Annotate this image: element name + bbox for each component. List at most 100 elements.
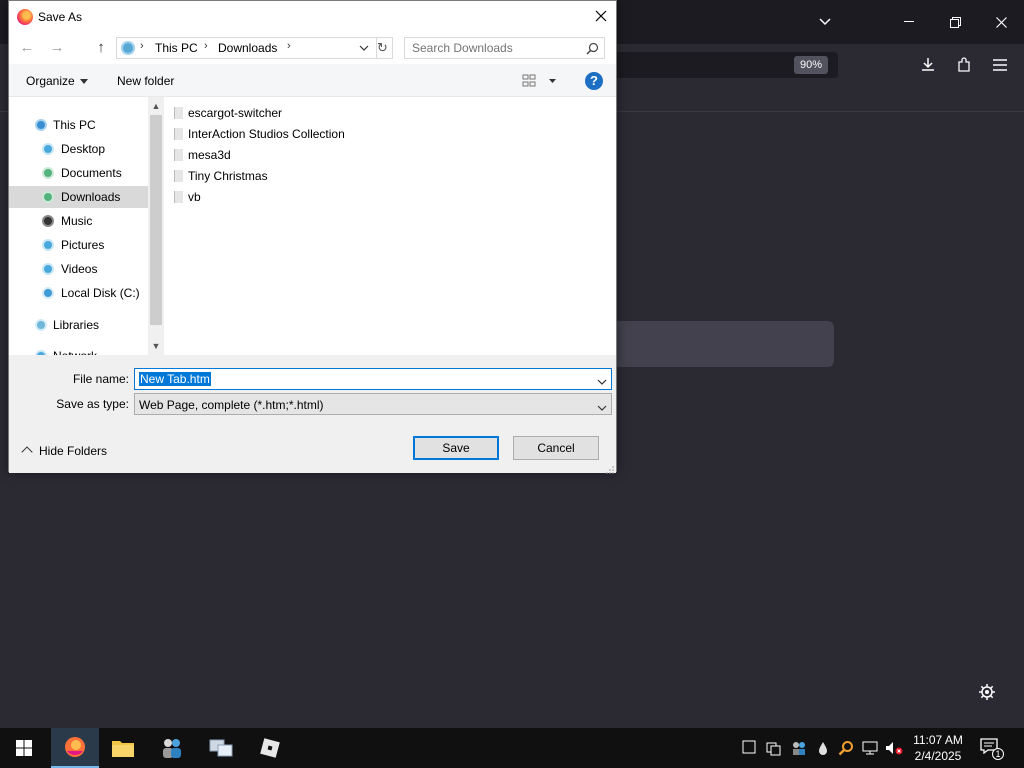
save-options-panel: File name: New Tab.htm Save as type: Web… bbox=[9, 355, 616, 474]
taskbar: 11:07 AM 2/4/2025 1 bbox=[0, 728, 1024, 768]
documents-icon bbox=[42, 167, 54, 179]
tray-search-icon[interactable] bbox=[838, 740, 854, 756]
restore-icon[interactable] bbox=[944, 12, 966, 32]
folder-icon bbox=[174, 191, 183, 203]
minimize-icon[interactable] bbox=[898, 12, 920, 32]
list-item[interactable]: vb bbox=[174, 187, 201, 207]
cancel-button[interactable]: Cancel bbox=[513, 436, 599, 460]
menu-icon[interactable] bbox=[989, 54, 1011, 76]
search-input[interactable] bbox=[405, 38, 581, 58]
chevron-right-icon[interactable]: › bbox=[287, 40, 291, 52]
taskbar-firefox-icon[interactable] bbox=[51, 728, 99, 768]
file-list: escargot-switcher InterAction Studios Co… bbox=[164, 97, 616, 355]
up-arrow-icon[interactable]: ↑ bbox=[93, 40, 109, 55]
change-view-button[interactable] bbox=[521, 73, 561, 89]
navigation-pane: This PC Desktop Documents Downloads Musi… bbox=[9, 97, 164, 355]
window-close-icon[interactable] bbox=[990, 12, 1012, 32]
music-icon bbox=[42, 215, 54, 227]
taskbar-network-app-icon[interactable] bbox=[197, 728, 245, 768]
nav-item-local-disk[interactable]: Local Disk (C:) bbox=[9, 282, 149, 304]
refresh-icon[interactable]: ↻ bbox=[373, 37, 393, 59]
new-folder-button[interactable]: New folder bbox=[117, 74, 174, 88]
caret-down-icon bbox=[79, 79, 88, 85]
save-type-label: Save as type: bbox=[56, 397, 129, 411]
dialog-titlebar[interactable]: Save As bbox=[9, 1, 616, 32]
downloads-icon bbox=[42, 191, 54, 203]
extensions-icon[interactable] bbox=[953, 54, 975, 76]
firefox-logo-icon bbox=[17, 9, 33, 25]
list-item[interactable]: mesa3d bbox=[174, 145, 231, 165]
address-history-dropdown-icon[interactable] bbox=[358, 40, 372, 56]
organize-label: Organize bbox=[26, 74, 75, 88]
chevron-right-icon: › bbox=[204, 40, 208, 52]
chevron-down-icon[interactable] bbox=[597, 401, 607, 415]
tray-tablet-icon[interactable] bbox=[742, 740, 758, 756]
hide-folders-button[interactable]: Hide Folders bbox=[21, 444, 107, 458]
clock-time: 11:07 AM bbox=[913, 733, 963, 747]
breadcrumb-downloads[interactable]: Downloads bbox=[218, 41, 277, 55]
save-as-dialog: Save As ← → ↑ › This PC › Downloads › ↻ bbox=[8, 0, 617, 474]
chevron-up-icon bbox=[21, 446, 33, 458]
zoom-level-badge[interactable]: 90% bbox=[794, 56, 828, 74]
save-type-select[interactable]: Web Page, complete (*.htm;*.html) bbox=[134, 393, 612, 415]
file-name-field[interactable]: New Tab.htm bbox=[134, 368, 612, 390]
downloads-icon[interactable] bbox=[917, 54, 939, 76]
forward-arrow-icon[interactable]: → bbox=[49, 40, 65, 55]
taskbar-people-icon[interactable] bbox=[148, 728, 196, 768]
help-icon[interactable]: ? bbox=[585, 72, 603, 90]
save-type-value: Web Page, complete (*.htm;*.html) bbox=[139, 398, 324, 412]
tray-task-view-icon[interactable] bbox=[766, 740, 782, 756]
nav-item-pictures[interactable]: Pictures bbox=[9, 234, 149, 256]
nav-item-documents[interactable]: Documents bbox=[9, 162, 149, 184]
hide-folders-label: Hide Folders bbox=[39, 444, 108, 458]
chevron-right-icon: › bbox=[140, 40, 144, 52]
nav-pane-scrollbar[interactable]: ▲ ▼ bbox=[148, 97, 164, 355]
videos-icon bbox=[42, 263, 54, 275]
save-button[interactable]: Save bbox=[413, 436, 499, 460]
folder-icon bbox=[174, 170, 183, 182]
command-bar: Organize New folder ? bbox=[9, 64, 616, 97]
resize-grip-icon[interactable] bbox=[606, 463, 614, 474]
nav-item-libraries[interactable]: Libraries bbox=[9, 314, 149, 336]
scroll-down-arrow-icon[interactable]: ▼ bbox=[151, 341, 161, 351]
disk-icon bbox=[42, 287, 54, 299]
scroll-up-arrow-icon[interactable]: ▲ bbox=[151, 101, 161, 111]
file-name-label: File name: bbox=[72, 372, 129, 386]
tray-people-icon[interactable] bbox=[791, 740, 807, 756]
search-downloads-field[interactable] bbox=[404, 37, 605, 59]
back-arrow-icon[interactable]: ← bbox=[19, 40, 35, 55]
nav-item-desktop[interactable]: Desktop bbox=[9, 138, 149, 160]
dialog-title: Save As bbox=[38, 10, 83, 24]
start-button[interactable] bbox=[0, 728, 48, 768]
tray-network-icon[interactable] bbox=[862, 740, 878, 756]
taskbar-file-explorer-icon[interactable] bbox=[99, 728, 147, 768]
taskbar-clock[interactable]: 11:07 AM 2/4/2025 bbox=[906, 732, 970, 764]
organize-button[interactable]: Organize bbox=[26, 74, 88, 88]
pictures-icon bbox=[42, 239, 54, 251]
nav-item-music[interactable]: Music bbox=[9, 210, 149, 232]
breadcrumb-this-pc[interactable]: This PC bbox=[155, 41, 198, 55]
search-icon bbox=[586, 42, 599, 58]
folder-icon bbox=[174, 128, 183, 140]
list-item[interactable]: Tiny Christmas bbox=[174, 166, 268, 186]
navigation-bar: ← → ↑ › This PC › Downloads › ↻ bbox=[9, 32, 616, 64]
list-item[interactable]: InterAction Studios Collection bbox=[174, 124, 345, 144]
address-bar[interactable]: › This PC › Downloads › bbox=[116, 37, 377, 59]
dialog-close-icon[interactable] bbox=[586, 1, 616, 31]
nav-item-this-pc[interactable]: This PC bbox=[9, 114, 149, 136]
nav-item-videos[interactable]: Videos bbox=[9, 258, 149, 280]
settings-gear-icon[interactable] bbox=[976, 681, 998, 703]
tray-volume-muted-icon[interactable] bbox=[885, 740, 903, 756]
scrollbar-thumb[interactable] bbox=[150, 115, 162, 325]
tab-list-chevron-icon[interactable] bbox=[814, 12, 836, 32]
file-name-value[interactable]: New Tab.htm bbox=[139, 372, 211, 386]
folder-icon bbox=[174, 107, 183, 119]
notification-center-icon[interactable]: 1 bbox=[980, 738, 1004, 760]
chevron-down-icon[interactable] bbox=[597, 375, 607, 389]
nav-item-network[interactable]: Network bbox=[9, 345, 149, 355]
nav-item-downloads[interactable]: Downloads bbox=[9, 186, 149, 208]
taskbar-roblox-icon[interactable] bbox=[246, 728, 294, 768]
tray-drop-icon[interactable] bbox=[815, 740, 831, 756]
new-tab-search-box[interactable] bbox=[612, 321, 834, 367]
list-item[interactable]: escargot-switcher bbox=[174, 103, 282, 123]
